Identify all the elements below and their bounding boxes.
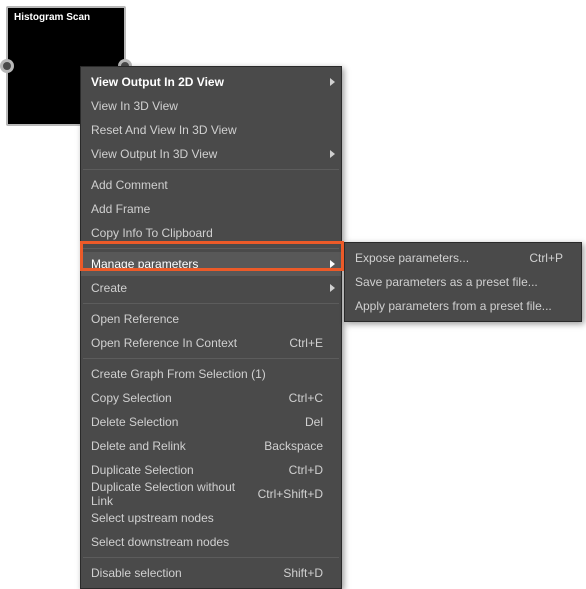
- submenu-arrow-icon: [330, 260, 335, 268]
- menu-view-output-3d[interactable]: View Output In 3D View: [81, 142, 341, 166]
- menu-view-3d[interactable]: View In 3D View: [81, 94, 341, 118]
- menu-label: Duplicate Selection without Link: [91, 480, 246, 508]
- context-menu: View Output In 2D View View In 3D View R…: [80, 66, 342, 589]
- menu-label: Add Comment: [91, 178, 323, 192]
- menu-disable-selection[interactable]: Disable selection Shift+D: [81, 561, 341, 585]
- menu-label: Expose parameters...: [355, 251, 517, 265]
- menu-label: Apply parameters from a preset file...: [355, 299, 563, 313]
- menu-shortcut: Ctrl+P: [529, 251, 563, 265]
- menu-duplicate-selection[interactable]: Duplicate Selection Ctrl+D: [81, 458, 341, 482]
- menu-label: Select downstream nodes: [91, 535, 323, 549]
- menu-label: Save parameters as a preset file...: [355, 275, 563, 289]
- menu-separator: [83, 248, 339, 249]
- submenu-arrow-icon: [330, 284, 335, 292]
- menu-label: Copy Selection: [91, 391, 277, 405]
- menu-copy-selection[interactable]: Copy Selection Ctrl+C: [81, 386, 341, 410]
- menu-label: Create: [91, 281, 323, 295]
- menu-label: Select upstream nodes: [91, 511, 323, 525]
- menu-create[interactable]: Create: [81, 276, 341, 300]
- menu-separator: [83, 169, 339, 170]
- node-title: Histogram Scan: [8, 8, 124, 27]
- menu-label: Add Frame: [91, 202, 323, 216]
- menu-label: View Output In 3D View: [91, 147, 323, 161]
- menu-shortcut: Ctrl+C: [289, 391, 323, 405]
- menu-copy-info[interactable]: Copy Info To Clipboard: [81, 221, 341, 245]
- menu-shortcut: Ctrl+Shift+D: [258, 487, 323, 501]
- menu-label: Create Graph From Selection (1): [91, 367, 323, 381]
- menu-shortcut: Del: [305, 415, 323, 429]
- menu-add-comment[interactable]: Add Comment: [81, 173, 341, 197]
- menu-label: Reset And View In 3D View: [91, 123, 323, 137]
- menu-label: Delete and Relink: [91, 439, 252, 453]
- menu-add-frame[interactable]: Add Frame: [81, 197, 341, 221]
- menu-separator: [83, 557, 339, 558]
- menu-reset-view-3d[interactable]: Reset And View In 3D View: [81, 118, 341, 142]
- menu-separator: [83, 358, 339, 359]
- menu-label: Copy Info To Clipboard: [91, 226, 323, 240]
- menu-label: Duplicate Selection: [91, 463, 277, 477]
- node-input-port[interactable]: [0, 59, 14, 73]
- menu-label: Open Reference In Context: [91, 336, 277, 350]
- menu-create-graph[interactable]: Create Graph From Selection (1): [81, 362, 341, 386]
- menu-delete-relink[interactable]: Delete and Relink Backspace: [81, 434, 341, 458]
- menu-view-output-2d[interactable]: View Output In 2D View: [81, 70, 341, 94]
- menu-select-downstream[interactable]: Select downstream nodes: [81, 530, 341, 554]
- menu-label: Delete Selection: [91, 415, 293, 429]
- menu-separator: [83, 303, 339, 304]
- submenu-arrow-icon: [330, 78, 335, 86]
- menu-duplicate-nolink[interactable]: Duplicate Selection without Link Ctrl+Sh…: [81, 482, 341, 506]
- menu-shortcut: Backspace: [264, 439, 323, 453]
- menu-shortcut: Ctrl+E: [289, 336, 323, 350]
- menu-select-upstream[interactable]: Select upstream nodes: [81, 506, 341, 530]
- submenu-arrow-icon: [330, 150, 335, 158]
- menu-label: Open Reference: [91, 312, 323, 326]
- menu-shortcut: Shift+D: [283, 566, 323, 580]
- menu-manage-parameters[interactable]: Manage parameters: [81, 252, 341, 276]
- menu-label: Disable selection: [91, 566, 271, 580]
- manage-parameters-submenu: Expose parameters... Ctrl+P Save paramet…: [344, 242, 582, 322]
- menu-shortcut: Ctrl+D: [289, 463, 323, 477]
- menu-expose-parameters[interactable]: Expose parameters... Ctrl+P: [345, 246, 581, 270]
- menu-delete-selection[interactable]: Delete Selection Del: [81, 410, 341, 434]
- menu-save-parameters-preset[interactable]: Save parameters as a preset file...: [345, 270, 581, 294]
- menu-open-reference[interactable]: Open Reference: [81, 307, 341, 331]
- menu-apply-parameters-preset[interactable]: Apply parameters from a preset file...: [345, 294, 581, 318]
- menu-label: Manage parameters: [91, 257, 323, 271]
- menu-label: View Output In 2D View: [91, 75, 323, 89]
- menu-open-reference-context[interactable]: Open Reference In Context Ctrl+E: [81, 331, 341, 355]
- menu-label: View In 3D View: [91, 99, 323, 113]
